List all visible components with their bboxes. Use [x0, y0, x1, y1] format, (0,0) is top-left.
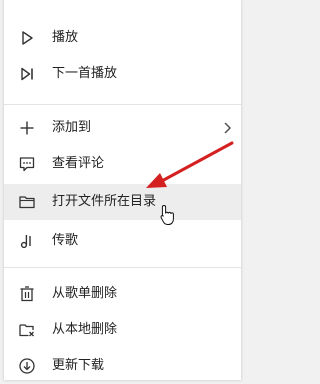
menu-item-add-to[interactable]: 添加到 — [4, 110, 241, 146]
menu-item-label: 下一首播放 — [52, 66, 118, 81]
menu-item-view-comments[interactable]: 查看评论 — [4, 146, 241, 182]
plus-icon — [18, 119, 36, 137]
context-menu: 播放 下一首播放 添加到 查看评论 打开文件所在目录 传歌 从歌单删除 从本地删… — [4, 0, 241, 380]
play-icon — [18, 29, 36, 47]
download-icon — [18, 357, 36, 375]
play-next-icon — [18, 65, 36, 83]
trash-icon — [18, 285, 36, 303]
menu-item-label: 更新下载 — [52, 358, 105, 373]
menu-item-transfer-song[interactable]: 传歌 — [4, 223, 241, 259]
menu-item-label: 打开文件所在目录 — [52, 194, 157, 209]
menu-item-play[interactable]: 播放 — [4, 20, 241, 56]
comment-icon — [18, 155, 36, 173]
menu-item-update-download[interactable]: 更新下载 — [4, 348, 241, 384]
chevron-right-icon — [221, 120, 233, 136]
menu-item-label: 查看评论 — [52, 156, 105, 171]
menu-item-label: 从歌单删除 — [52, 286, 118, 301]
menu-item-label: 传歌 — [52, 233, 79, 248]
menu-item-play-next[interactable]: 下一首播放 — [4, 56, 241, 92]
folder-delete-icon — [18, 321, 36, 339]
menu-divider — [4, 267, 241, 268]
music-note-icon — [18, 232, 36, 250]
menu-item-label: 播放 — [52, 30, 79, 45]
mouse-cursor-icon — [160, 204, 174, 225]
menu-item-label: 从本地删除 — [52, 322, 118, 337]
folder-icon — [18, 193, 36, 211]
menu-item-label: 添加到 — [52, 120, 92, 135]
menu-item-remove-from-playlist[interactable]: 从歌单删除 — [4, 276, 241, 312]
menu-item-delete-local[interactable]: 从本地删除 — [4, 312, 241, 348]
menu-item-open-folder[interactable]: 打开文件所在目录 — [4, 184, 241, 220]
menu-divider — [4, 104, 241, 105]
